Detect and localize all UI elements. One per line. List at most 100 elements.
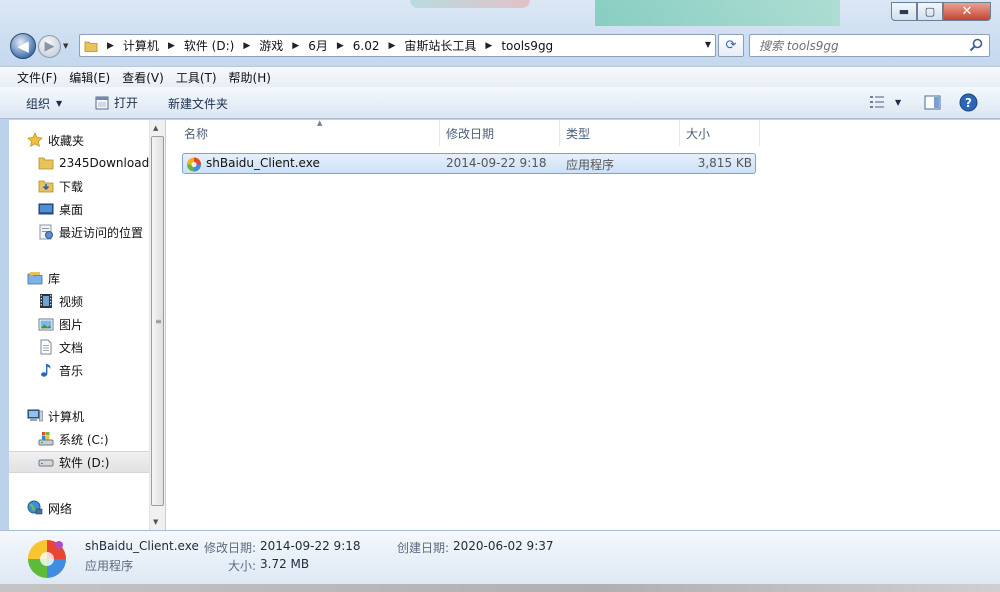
details-pane: shBaidu_Client.exe 应用程序 修改日期: 2014-09-22… bbox=[0, 530, 1000, 584]
chevron-right-icon[interactable]: ▶ bbox=[379, 41, 404, 51]
chevron-right-icon[interactable]: ▶ bbox=[159, 41, 184, 51]
close-icon: ✕ bbox=[961, 4, 973, 19]
nav-libraries[interactable]: 库 bbox=[9, 267, 149, 289]
chevron-down-icon[interactable]: ▼ bbox=[705, 40, 711, 49]
menu-file[interactable]: 文件(F) bbox=[11, 69, 63, 86]
column-header-label: 名称 bbox=[184, 126, 209, 141]
nav-videos[interactable]: 视频 bbox=[9, 290, 149, 312]
breadcrumb-item[interactable]: tools9gg bbox=[501, 39, 553, 53]
file-list: ▲ 名称 修改日期 类型 大小 shBaidu_Client.exe 2014-… bbox=[166, 119, 1000, 530]
open-icon bbox=[95, 96, 109, 109]
nav-desktop[interactable]: 桌面 bbox=[9, 198, 149, 220]
nav-label: 最近访问的位置 bbox=[59, 225, 144, 240]
baidu-app-icon bbox=[28, 540, 66, 578]
folder-icon bbox=[38, 157, 54, 170]
menu-view[interactable]: 查看(V) bbox=[116, 69, 170, 86]
forward-button[interactable]: ▶ bbox=[38, 35, 61, 58]
nav-computer[interactable]: 计算机 bbox=[9, 405, 149, 427]
help-button[interactable]: ? bbox=[959, 93, 978, 112]
details-modified-label: 修改日期: bbox=[204, 541, 257, 555]
search-icon[interactable] bbox=[968, 37, 984, 53]
breadcrumb-item[interactable]: 软件 (D:) bbox=[184, 37, 234, 54]
chevron-right-icon[interactable]: ▶ bbox=[476, 41, 501, 51]
desktop-icon bbox=[38, 203, 54, 215]
column-header-type[interactable]: 类型 bbox=[560, 120, 680, 146]
chevron-right-icon[interactable]: ▶ bbox=[234, 41, 259, 51]
open-button[interactable]: 打开 bbox=[94, 94, 138, 111]
search-box[interactable] bbox=[749, 34, 990, 57]
background-window-strip bbox=[410, 0, 530, 8]
table-row[interactable]: shBaidu_Client.exe 2014-09-22 9:18 应用程序 … bbox=[182, 153, 756, 174]
organize-button[interactable]: 组织 ▼ bbox=[26, 95, 62, 112]
navigation-scrollbar[interactable]: ▲ ≡ ▼ bbox=[149, 120, 165, 530]
column-header-label: 修改日期 bbox=[446, 126, 495, 141]
close-button[interactable]: ✕ bbox=[943, 2, 991, 21]
background-window-strip bbox=[595, 0, 840, 26]
details-created-value: 2020-06-02 9:37 bbox=[453, 539, 554, 553]
nav-drive-d[interactable]: 软件 (D:) bbox=[9, 451, 149, 473]
nav-2345downloads[interactable]: 2345Downloads bbox=[9, 152, 149, 174]
drive-icon bbox=[38, 459, 54, 467]
column-header-date[interactable]: 修改日期 bbox=[440, 120, 560, 146]
maximize-button[interactable]: ▢ bbox=[917, 2, 943, 21]
nav-label: 收藏夹 bbox=[48, 133, 85, 148]
column-header-size[interactable]: 大小 bbox=[680, 120, 760, 146]
minimize-button[interactable]: ▬ bbox=[891, 2, 917, 21]
nav-label: 库 bbox=[48, 271, 61, 286]
breadcrumb-item[interactable]: 6.02 bbox=[353, 39, 380, 53]
nav-label: 2345Downloads bbox=[59, 156, 149, 170]
scroll-down-icon[interactable]: ▼ bbox=[153, 518, 158, 526]
file-type: 应用程序 bbox=[566, 158, 615, 172]
menu-bar: 文件(F) 编辑(E) 查看(V) 工具(T) 帮助(H) bbox=[0, 66, 1000, 87]
nav-music[interactable]: 音乐 bbox=[9, 359, 149, 381]
address-bar[interactable]: ▶ 计算机 ▶ 软件 (D:) ▶ 游戏 ▶ 6月 ▶ 6.02 ▶ 宙斯站长工… bbox=[79, 34, 716, 57]
nav-label: 计算机 bbox=[48, 409, 85, 424]
preview-pane-button[interactable] bbox=[924, 95, 941, 110]
column-header-label: 大小 bbox=[686, 126, 711, 141]
nav-favorites[interactable]: 收藏夹 bbox=[9, 129, 149, 151]
change-view-button[interactable]: ▼ bbox=[869, 95, 901, 109]
nav-pictures[interactable]: 图片 bbox=[9, 313, 149, 335]
nav-downloads[interactable]: 下载 bbox=[9, 175, 149, 197]
breadcrumb-item[interactable]: 6月 bbox=[308, 37, 328, 54]
recent-pages-dropdown[interactable]: ▼ bbox=[63, 42, 68, 50]
picture-icon bbox=[38, 318, 54, 331]
details-created-label: 创建日期: bbox=[397, 541, 450, 555]
chevron-down-icon[interactable]: ▼ bbox=[895, 98, 901, 107]
menu-tools[interactable]: 工具(T) bbox=[170, 69, 223, 86]
nav-recent-places[interactable]: 最近访问的位置 bbox=[9, 221, 149, 243]
details-file-type: 应用程序 bbox=[85, 559, 134, 573]
window-bottom-edge bbox=[0, 584, 1000, 592]
menu-edit[interactable]: 编辑(E) bbox=[63, 69, 116, 86]
preview-pane-icon bbox=[924, 95, 941, 110]
breadcrumb-item[interactable]: 计算机 bbox=[123, 37, 159, 54]
details-file-name: shBaidu_Client.exe bbox=[85, 539, 199, 553]
network-icon bbox=[27, 500, 43, 515]
nav-label: 桌面 bbox=[59, 202, 84, 217]
nav-documents[interactable]: 文档 bbox=[9, 336, 149, 358]
nav-label: 视频 bbox=[59, 294, 84, 309]
refresh-button[interactable]: ⟳ bbox=[718, 34, 744, 57]
explorer-window: ▬ ▢ ✕ ◀ ▶ ▼ ▶ 计算机 ▶ 软件 (D:) ▶ 游戏 ▶ 6月 ▶ … bbox=[0, 0, 1000, 592]
chevron-right-icon[interactable]: ▶ bbox=[98, 41, 123, 51]
column-header-name[interactable]: ▲ 名称 bbox=[178, 119, 440, 146]
nav-drive-c[interactable]: 系统 (C:) bbox=[9, 428, 149, 450]
chevron-right-icon[interactable]: ▶ bbox=[328, 41, 353, 51]
scroll-up-icon[interactable]: ▲ bbox=[153, 124, 158, 132]
scrollbar-thumb[interactable]: ≡ bbox=[151, 136, 164, 506]
details-modified-value: 2014-09-22 9:18 bbox=[260, 539, 361, 553]
open-label: 打开 bbox=[114, 96, 139, 110]
file-date: 2014-09-22 9:18 bbox=[446, 156, 547, 170]
libraries-icon bbox=[27, 272, 43, 285]
nav-network[interactable]: 网络 bbox=[9, 497, 149, 519]
nav-label: 文档 bbox=[59, 340, 84, 355]
breadcrumb-item[interactable]: 宙斯站长工具 bbox=[404, 37, 476, 54]
search-input[interactable] bbox=[750, 35, 960, 56]
breadcrumb-item[interactable]: 游戏 bbox=[259, 37, 283, 54]
back-button[interactable]: ◀ bbox=[10, 33, 36, 59]
chevron-right-icon[interactable]: ▶ bbox=[283, 41, 308, 51]
nav-label: 下载 bbox=[59, 179, 84, 194]
new-folder-button[interactable]: 新建文件夹 bbox=[168, 95, 228, 112]
nav-label: 网络 bbox=[48, 501, 73, 516]
menu-help[interactable]: 帮助(H) bbox=[223, 69, 277, 86]
